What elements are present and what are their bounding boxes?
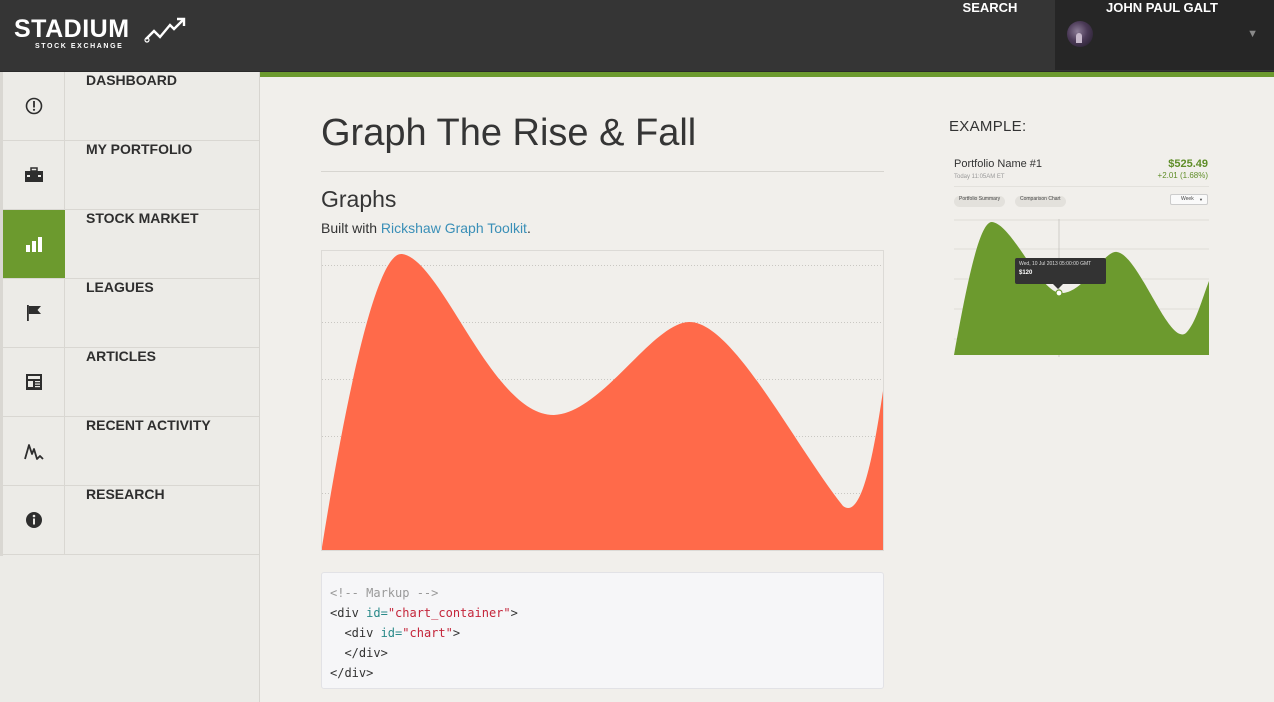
- example-card: Portfolio Name #1 Today 11:05AM ET $525.…: [954, 154, 1209, 359]
- user-menu[interactable]: JOHN PAUL GALT ▼: [1055, 0, 1274, 70]
- chevron-down-icon: ▼: [1247, 28, 1258, 40]
- sidebar-item-label: DASHBOARD: [86, 72, 177, 88]
- sidebar: DASHBOARD MY PORTFOLIO STOCK MARKET LEAG…: [0, 72, 260, 702]
- top-bar: STADIUM STOCK EXCHANGE SEARCH JOHN PAUL …: [0, 0, 1274, 72]
- portfolio-name: Portfolio Name #1: [954, 158, 1043, 170]
- sidebar-item-articles[interactable]: ARTICLES: [0, 348, 259, 417]
- hover-point: [1055, 289, 1063, 297]
- sidebar-item-label: ARTICLES: [86, 348, 156, 364]
- range-select-value: Week: [1181, 196, 1194, 202]
- code-line: <div id="chart">: [330, 626, 461, 640]
- portfolio-value: $525.49: [1168, 158, 1208, 170]
- built-with-suffix: .: [526, 220, 531, 236]
- bar-chart-icon: [25, 237, 42, 252]
- code-line: </div>: [330, 666, 374, 680]
- sidebar-item-my-portfolio[interactable]: MY PORTFOLIO: [0, 141, 259, 210]
- sidebar-item-label: STOCK MARKET: [86, 210, 199, 226]
- tab-portfolio-summary[interactable]: Portfolio Summary: [954, 196, 1006, 207]
- chevron-down-icon: ▼: [1199, 197, 1203, 202]
- rising-line-icon: [144, 17, 186, 43]
- brand-tagline: STOCK EXCHANGE: [35, 43, 124, 50]
- section-title: Graphs: [321, 186, 397, 212]
- portfolio-date: Today 11:05AM ET: [954, 174, 1005, 180]
- sidebar-item-stock-market[interactable]: STOCK MARKET: [0, 210, 259, 279]
- title-divider: [321, 171, 884, 172]
- code-line: <div id="chart_container">: [330, 606, 518, 620]
- accent-rule: [260, 72, 1274, 77]
- sidebar-item-dashboard[interactable]: DASHBOARD: [0, 72, 259, 141]
- sidebar-item-label: MY PORTFOLIO: [86, 141, 193, 157]
- example-divider: [954, 186, 1209, 187]
- tooltip-date: Wed, 10 Jul 2013 05:00:00 GMT: [1019, 261, 1092, 267]
- built-with-prefix: Built with: [321, 220, 381, 236]
- sidebar-item-label: RESEARCH: [86, 486, 165, 502]
- tooltip-value: $120: [1019, 270, 1033, 276]
- code-line: </div>: [330, 646, 388, 660]
- brand-name: STADIUM: [14, 15, 130, 43]
- code-comment: <!-- Markup -->: [330, 586, 439, 600]
- avatar: [1067, 21, 1093, 47]
- rickshaw-link[interactable]: Rickshaw Graph Toolkit: [381, 220, 527, 236]
- sidebar-item-recent-activity[interactable]: RECENT ACTIVITY: [0, 417, 259, 486]
- built-with-text: Built with Rickshaw Graph Toolkit.: [321, 220, 531, 236]
- sidebar-item-leagues[interactable]: LEAGUES: [0, 279, 259, 348]
- flag-icon: [26, 305, 41, 321]
- dashboard-icon: [25, 97, 42, 115]
- area-chart: [321, 250, 884, 551]
- newspaper-icon: [25, 374, 42, 390]
- user-name: JOHN PAUL GALT: [1106, 0, 1218, 15]
- range-select[interactable]: Week ▼: [1170, 194, 1208, 205]
- code-block: <!-- Markup --> <div id="chart_container…: [321, 572, 884, 689]
- page-title: Graph The Rise & Fall: [321, 112, 697, 154]
- sidebar-item-label: RECENT ACTIVITY: [86, 417, 211, 433]
- briefcase-icon: [24, 167, 43, 182]
- example-area-chart: [954, 219, 1209, 357]
- area-series: [322, 253, 883, 550]
- sidebar-item-label: LEAGUES: [86, 279, 154, 295]
- search-button[interactable]: SEARCH: [948, 0, 1032, 70]
- info-icon: [25, 512, 42, 528]
- example-label: EXAMPLE:: [949, 118, 1027, 135]
- chart-tooltip: Wed, 10 Jul 2013 05:00:00 GMT $120: [1015, 258, 1106, 289]
- sidebar-item-research[interactable]: RESEARCH: [0, 486, 259, 555]
- tab-comparison-chart[interactable]: Comparison Chart: [1015, 196, 1066, 207]
- area-chart-svg: [322, 253, 883, 550]
- logo[interactable]: STADIUM STOCK EXCHANGE: [14, 15, 186, 57]
- activity-icon: [23, 444, 44, 460]
- portfolio-change: +2.01 (1.68%): [1157, 171, 1208, 180]
